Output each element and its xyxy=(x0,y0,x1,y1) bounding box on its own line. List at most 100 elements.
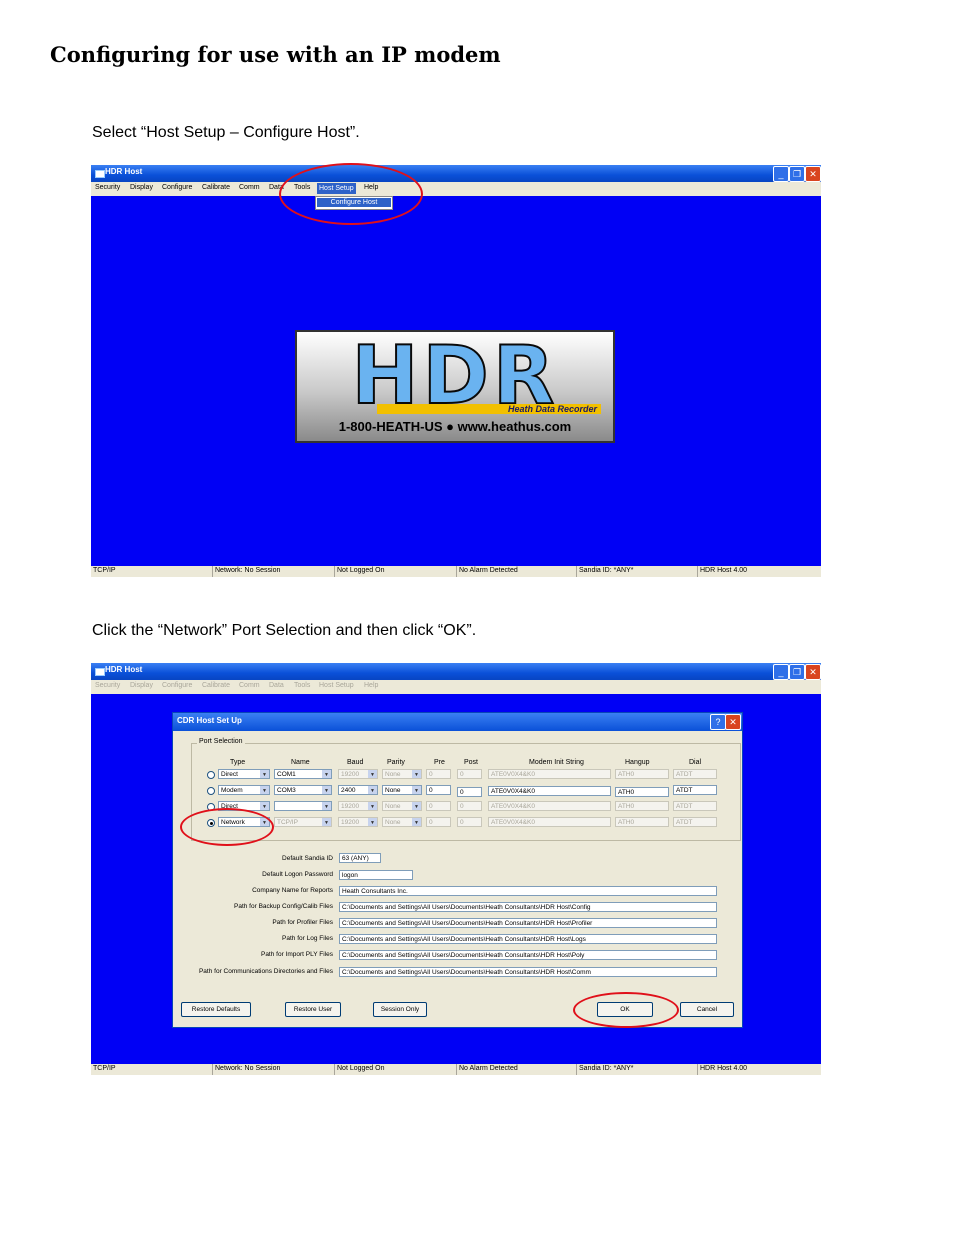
minimize-icon[interactable]: _ xyxy=(773,664,789,680)
menu-comm: Comm xyxy=(239,682,260,689)
menubar-disabled: Security Display Configure Calibrate Com… xyxy=(91,680,821,694)
port-init-input-1[interactable]: ATE0V0X4&K0 xyxy=(488,786,611,796)
port-dial-input-2: ATDT xyxy=(673,801,717,811)
ply-path-input[interactable]: C:\Documents and Settings\All Users\Docu… xyxy=(339,950,717,960)
port-parity-select-3: None xyxy=(382,817,422,827)
port-post-input-3: 0 xyxy=(457,817,482,827)
port-radio-0[interactable] xyxy=(207,771,215,779)
sandia-id-input[interactable]: 63 (ANY) xyxy=(339,853,381,863)
status-version: HDR Host 4.00 xyxy=(700,567,748,574)
menu-calibrate: Calibrate xyxy=(202,682,231,689)
highlight-oval-network xyxy=(180,808,274,846)
window-titlebar: HDR Host _ ❐ ✕ xyxy=(91,165,821,182)
menu-security[interactable]: Security xyxy=(95,184,120,191)
port-pre-input-0: 0 xyxy=(426,769,451,779)
restore-defaults-button[interactable]: Restore Defaults xyxy=(181,1002,251,1017)
port-name-select-2[interactable] xyxy=(274,801,332,811)
port-parity-select-0: None xyxy=(382,769,422,779)
menu-host-setup: Host Setup xyxy=(319,682,354,689)
highlight-oval-ok xyxy=(573,992,679,1028)
menu-calibrate[interactable]: Calibrate xyxy=(202,184,230,191)
port-hangup-input-2: ATH0 xyxy=(615,801,669,811)
label-company-name: Company Name for Reports xyxy=(252,887,333,894)
restore-icon[interactable]: ❐ xyxy=(789,664,805,680)
port-dial-input-3: ATDT xyxy=(673,817,717,827)
col-baud: Baud xyxy=(347,759,364,766)
company-name-input[interactable]: Heath Consultants Inc. xyxy=(339,886,717,896)
window-title: HDR Host xyxy=(105,665,143,674)
port-dial-input-0: ATDT xyxy=(673,769,717,779)
port-parity-select-1[interactable]: None xyxy=(382,785,422,795)
port-pre-input-1[interactable]: 0 xyxy=(426,785,451,795)
status-protocol: TCP/IP xyxy=(93,567,116,574)
label-logon-password: Default Logon Password xyxy=(262,871,333,878)
menu-display[interactable]: Display xyxy=(130,184,153,191)
port-name-select-1[interactable]: COM3 xyxy=(274,785,332,795)
instruction-step-1: Select “Host Setup – Configure Host”. xyxy=(92,124,360,141)
port-post-input-1[interactable]: 0 xyxy=(457,787,482,797)
close-icon[interactable]: ✕ xyxy=(805,166,821,182)
logo-tagline: Heath Data Recorder xyxy=(377,404,601,414)
port-baud-select-1[interactable]: 2400 xyxy=(338,785,378,795)
session-only-button[interactable]: Session Only xyxy=(373,1002,427,1017)
logo-contact: 1-800-HEATH-US ● www.heathus.com xyxy=(338,419,572,434)
port-name-select-0[interactable]: COM1 xyxy=(274,769,332,779)
status-network: Network: No Session xyxy=(215,567,281,574)
menu-configure: Configure xyxy=(162,682,193,689)
menu-security: Security xyxy=(95,682,121,689)
port-post-input-0: 0 xyxy=(457,769,482,779)
port-baud-select-2: 19200 xyxy=(338,801,378,811)
status-version: HDR Host 4.00 xyxy=(700,1065,748,1072)
profiler-path-input[interactable]: C:\Documents and Settings\All Users\Docu… xyxy=(339,918,717,928)
close-icon[interactable]: ✕ xyxy=(805,664,821,680)
port-name-select-3: TCP/IP xyxy=(274,817,332,827)
col-pre: Pre xyxy=(434,759,445,766)
comm-path-input[interactable]: C:\Documents and Settings\All Users\Docu… xyxy=(339,967,717,977)
col-post: Post xyxy=(464,759,479,766)
restore-user-button[interactable]: Restore User xyxy=(285,1002,341,1017)
page-title: Configuring for use with an IP modem xyxy=(50,42,501,67)
label-comm-path: Path for Communications Directories and … xyxy=(198,968,333,975)
label-ply-path: Path for Import PLY Files xyxy=(260,951,333,958)
port-pre-input-3: 0 xyxy=(426,817,451,827)
statusbar: TCP/IP Network: No Session Not Logged On… xyxy=(91,566,821,577)
highlight-oval-host-setup xyxy=(279,163,423,225)
log-path-input[interactable]: C:\Documents and Settings\All Users\Docu… xyxy=(339,934,717,944)
help-icon[interactable]: ? xyxy=(710,714,726,730)
restore-icon[interactable]: ❐ xyxy=(789,166,805,182)
menubar: Security Display Configure Calibrate Com… xyxy=(91,182,821,196)
port-type-select-0[interactable]: Direct xyxy=(218,769,270,779)
col-dial: Dial xyxy=(689,759,702,766)
col-parity: Parity xyxy=(387,759,405,766)
port-dial-input-1[interactable]: ATDT xyxy=(673,785,717,795)
close-icon[interactable]: ✕ xyxy=(725,714,741,730)
app-icon xyxy=(95,668,105,676)
hdr-host-window-2: HDR Host _ ❐ ✕ Security Display Configur… xyxy=(91,663,821,1075)
menu-comm[interactable]: Comm xyxy=(239,184,260,191)
port-radio-1[interactable] xyxy=(207,787,215,795)
status-sandia-id: Sandia ID: *ANY* xyxy=(579,567,634,574)
minimize-icon[interactable]: _ xyxy=(773,166,789,182)
logon-password-input[interactable]: logon xyxy=(339,870,413,880)
status-alarm: No Alarm Detected xyxy=(459,1065,518,1072)
menu-display: Display xyxy=(130,682,153,689)
instruction-step-2: Click the “Network” Port Selection and t… xyxy=(92,622,477,639)
status-logon: Not Logged On xyxy=(337,1065,385,1072)
port-hangup-input-3: ATH0 xyxy=(615,817,669,827)
status-protocol: TCP/IP xyxy=(93,1065,116,1072)
hdr-logo: HDR Heath Data Recorder 1-800-HEATH-US ●… xyxy=(295,330,615,443)
port-init-input-2: ATE0V0X4&K0 xyxy=(488,801,611,811)
port-selection-legend: Port Selection xyxy=(197,738,245,745)
port-hangup-input-0: ATH0 xyxy=(615,769,669,779)
dialog-titlebar: CDR Host Set Up ? ✕ xyxy=(173,713,742,731)
col-name: Name xyxy=(291,759,310,766)
hdr-host-window-1: HDR Host _ ❐ ✕ Security Display Configur… xyxy=(91,165,821,577)
port-hangup-input-1[interactable]: ATH0 xyxy=(615,787,669,797)
port-type-select-1[interactable]: Modem xyxy=(218,785,270,795)
col-type: Type xyxy=(230,759,246,766)
host-setup-dialog: CDR Host Set Up ? ✕ Port Selection Type … xyxy=(172,712,743,1028)
port-init-input-3: ATE0V0X4&K0 xyxy=(488,817,611,827)
menu-configure[interactable]: Configure xyxy=(162,184,192,191)
cancel-button[interactable]: Cancel xyxy=(680,1002,734,1017)
config-path-input[interactable]: C:\Documents and Settings\All Users\Docu… xyxy=(339,902,717,912)
